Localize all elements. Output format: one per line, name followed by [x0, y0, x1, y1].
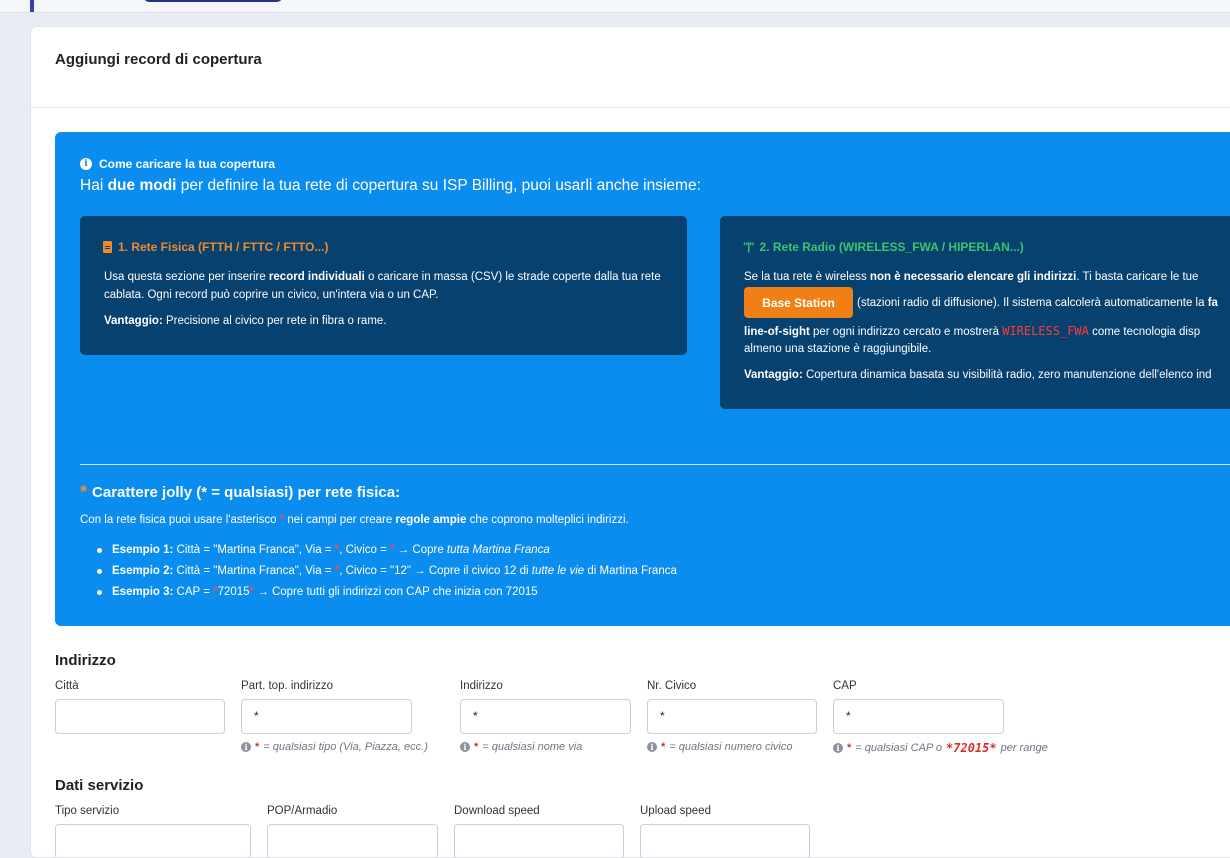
download-speed-input[interactable]	[454, 824, 624, 857]
civic-number-hint: i * = qualsiasi numero civico	[647, 741, 792, 753]
csv-file-icon	[103, 241, 112, 253]
city-input[interactable]	[55, 699, 225, 734]
info-icon: i	[460, 742, 470, 752]
info-panel: i Come caricare la tua copertura Hai due…	[55, 132, 1230, 626]
info-heading: i Come caricare la tua copertura	[80, 157, 275, 171]
cap-hint: i * = qualsiasi CAP o *72015* per range	[833, 741, 1048, 755]
info-icon: i	[80, 158, 92, 170]
upload-speed-input[interactable]	[640, 824, 810, 857]
info-lead: Hai due modi per definire la tua rete di…	[80, 177, 701, 194]
physical-network-advantage: Vantaggio: Precisione al civico per rete…	[104, 315, 387, 327]
pop-input[interactable]	[267, 824, 438, 857]
cap-input[interactable]: *	[833, 699, 1004, 734]
wildcard-title: * Carattere jolly (* = qualsiasi) per re…	[80, 482, 401, 502]
radio-tower-icon: "|"	[743, 241, 754, 253]
radio-network-box: "|" 2. Rete Radio (WIRELESS_FWA / HIPERL…	[720, 216, 1230, 409]
civic-number-input[interactable]: *	[647, 699, 817, 734]
service-section-title: Dati servizio	[55, 777, 144, 794]
navbar-accent	[30, 0, 34, 12]
info-divider	[80, 464, 1230, 465]
street-hint: i * = qualsiasi nome via	[460, 741, 582, 753]
example-item: Esempio 1: Città = "Martina Franca", Via…	[97, 540, 677, 561]
radio-network-advantage: Vantaggio: Copertura dinamica basata su …	[744, 369, 1212, 381]
radio-network-desc-2: (stazioni radio di diffusione). Il siste…	[857, 297, 1218, 309]
radio-network-desc: Se la tua rete è wireless non è necessar…	[744, 271, 1199, 283]
street-type-label: Part. top. indirizzo	[241, 680, 334, 692]
asterisk-icon: *	[80, 482, 88, 502]
street-input[interactable]: *	[460, 699, 631, 734]
civic-number-label: Nr. Civico	[647, 680, 697, 692]
upload-speed-label: Upload speed	[640, 805, 711, 817]
coverage-card: Aggiungi record di copertura i Come cari…	[30, 26, 1230, 858]
street-type-hint: i * = qualsiasi tipo (Via, Piazza, ecc.)	[241, 741, 428, 753]
city-label: Città	[55, 680, 79, 692]
pop-label: POP/Armadio	[267, 805, 338, 817]
physical-network-title: 1. Rete Fisica (FTTH / FTTC / FTTO...)	[103, 238, 328, 256]
wildcard-desc: Con la rete fisica puoi usare l'asterisc…	[80, 514, 629, 526]
top-navbar	[0, 0, 1230, 13]
address-section-title: Indirizzo	[55, 652, 116, 669]
street-label: Indirizzo	[460, 680, 503, 692]
base-station-button[interactable]: Base Station	[744, 287, 853, 318]
info-heading-text: Come caricare la tua copertura	[99, 157, 276, 171]
physical-network-box: 1. Rete Fisica (FTTH / FTTC / FTTO...) U…	[80, 216, 687, 355]
download-speed-label: Download speed	[454, 805, 540, 817]
radio-network-title: "|" 2. Rete Radio (WIRELESS_FWA / HIPERL…	[743, 240, 1024, 254]
page-title: Aggiungi record di copertura	[55, 51, 262, 68]
example-item: Esempio 2: Città = "Martina Franca", Via…	[97, 561, 677, 582]
info-icon: i	[241, 742, 251, 752]
cap-label: CAP	[833, 680, 857, 692]
physical-network-desc: Usa questa sezione per inserire record i…	[104, 271, 661, 301]
radio-network-desc-4: almeno una stazione è raggiungibile.	[744, 343, 932, 355]
service-type-select[interactable]	[55, 824, 251, 857]
wildcard-examples: Esempio 1: Città = "Martina Franca", Via…	[97, 540, 677, 603]
example-item: Esempio 3: CAP = *72015* → Copre tutti g…	[97, 582, 677, 603]
navbar-active-tab[interactable]	[142, 0, 284, 2]
info-icon: i	[833, 743, 843, 753]
radio-network-desc-3: line-of-sight per ogni indirizzo cercato…	[744, 324, 1201, 338]
street-type-input[interactable]: *	[241, 699, 412, 734]
service-type-label: Tipo servizio	[55, 805, 120, 817]
info-icon: i	[647, 742, 657, 752]
